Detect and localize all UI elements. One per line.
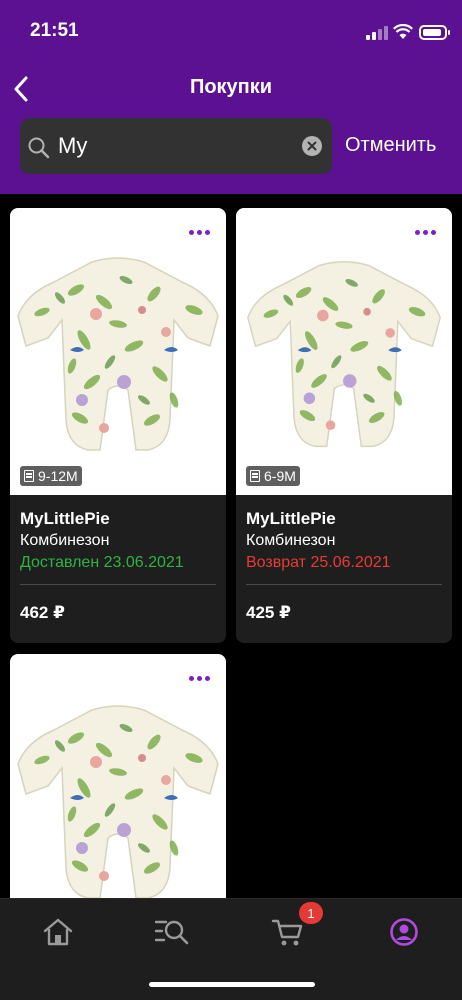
product-image: 6-9M (236, 208, 452, 495)
profile-icon (390, 918, 418, 946)
onesie-image (14, 250, 222, 460)
product-card[interactable] (10, 654, 226, 914)
more-options-icon[interactable] (189, 676, 210, 681)
product-name: Комбинезон (246, 532, 336, 549)
home-indicator (149, 982, 315, 987)
wifi-icon (393, 24, 413, 39)
card-info: MyLittlePie Комбинезон Доставлен 23.06.2… (10, 495, 226, 643)
size-label: 6-9M (264, 468, 296, 484)
size-badge: 9-12M (20, 466, 82, 486)
tab-home[interactable] (40, 915, 76, 949)
product-card[interactable]: 6-9M MyLittlePie Комбинезон Возврат 25.0… (236, 208, 452, 643)
card-info: MyLittlePie Комбинезон Возврат 25.06.202… (236, 495, 452, 643)
status-time: 21:51 (30, 20, 79, 41)
search-icon (28, 137, 50, 159)
cellular-signal-icon (366, 26, 388, 40)
divider (20, 584, 216, 585)
battery-icon (419, 25, 450, 40)
size-label: 9-12M (38, 468, 78, 484)
header: 21:51 Покупки Отменить (0, 0, 462, 194)
product-card[interactable]: 9-12M MyLittlePie Комбинезон Доставлен 2… (10, 208, 226, 643)
size-chart-icon (24, 470, 34, 482)
brand-name: MyLittlePie (20, 509, 110, 528)
page-title: Покупки (189, 76, 273, 98)
tab-profile[interactable] (386, 915, 422, 949)
brand-name: MyLittlePie (246, 509, 336, 528)
home-icon (43, 918, 73, 946)
order-status: Доставлен 23.06.2021 (20, 554, 184, 571)
cancel-button[interactable]: Отменить (345, 134, 436, 157)
size-chart-icon (250, 470, 260, 482)
cart-count-badge: 1 (299, 902, 323, 924)
search-list-icon (154, 920, 189, 945)
search-input[interactable] (58, 131, 288, 161)
order-status: Возврат 25.06.2021 (246, 554, 391, 571)
clear-search-icon[interactable] (302, 136, 322, 156)
price: 462 ₽ (20, 603, 65, 622)
product-name: Комбинезон (20, 532, 110, 549)
tab-search-list[interactable] (154, 915, 190, 949)
product-image: 9-12M (10, 208, 226, 495)
divider (246, 584, 442, 585)
size-badge: 6-9M (246, 466, 300, 486)
more-options-icon[interactable] (189, 230, 210, 235)
product-image (10, 654, 226, 914)
onesie-image (244, 250, 444, 460)
cart-icon (271, 919, 303, 946)
onesie-image (14, 698, 222, 908)
price: 425 ₽ (246, 603, 291, 622)
more-options-icon[interactable] (415, 230, 436, 235)
status-bar: 21:51 (0, 0, 462, 68)
